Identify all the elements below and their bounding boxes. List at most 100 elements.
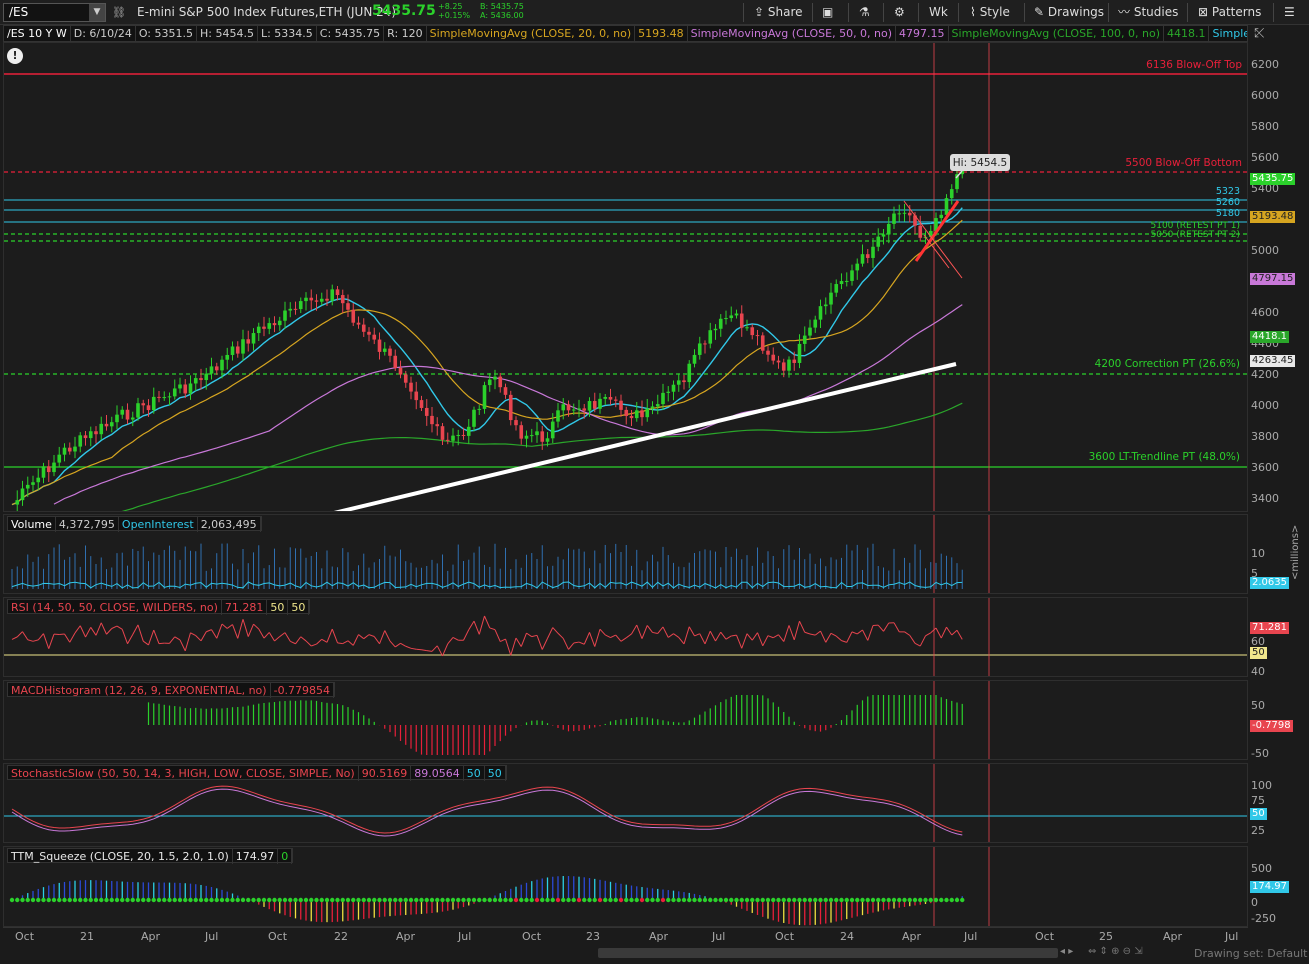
ttm-squeeze-dot [629, 897, 634, 903]
ttm-squeeze-dot [114, 897, 120, 903]
ttm-squeeze-dot [676, 897, 681, 903]
candle-body [409, 382, 413, 392]
ttm-squeeze-dot [902, 897, 907, 903]
candle-body [892, 213, 896, 224]
candle-body [739, 313, 744, 328]
chart-label[interactable]: /ES 10 Y W [4, 26, 71, 41]
price-tick: 5000 [1251, 244, 1279, 257]
stochastic-scale[interactable]: 100 75 25 50 [1248, 763, 1304, 843]
candle-body [36, 477, 41, 483]
candle-body [130, 417, 135, 420]
candle-body [556, 410, 560, 422]
sma-50-line[interactable] [53, 304, 963, 505]
flask-button[interactable]: ⚗ [859, 3, 870, 22]
ttm-squeeze-dot [125, 897, 130, 903]
rsi-study-label[interactable]: RSI (14, 50, 50, CLOSE, WILDERS, no) 71.2… [7, 599, 311, 615]
ttm-scale[interactable]: 500 0 -250 174.97 [1248, 846, 1304, 927]
rsi-value-tag: 71.281 [1250, 622, 1289, 634]
candle-body [293, 308, 298, 310]
studies-button[interactable]: 〰 Studies [1118, 3, 1178, 22]
ttm-squeeze-pane[interactable]: TTM_Squeeze (CLOSE, 20, 1.5, 2.0, 1.0) 17… [3, 846, 1248, 927]
ttm-squeeze-dot [613, 897, 618, 903]
symbol-dropdown-icon[interactable]: ▼ [89, 4, 105, 21]
studies-icon: 〰 [1118, 5, 1131, 19]
scroll-arrows-icon[interactable]: ◂ ▸ [1060, 946, 1073, 957]
sma20-label[interactable]: SimpleMovingAvg (CLOSE, 20, 0, no) [427, 26, 636, 41]
ttm-squeeze-dot [471, 897, 477, 903]
alert-icon[interactable]: ! [7, 48, 23, 64]
candle-body [204, 373, 209, 381]
bar-date: D: 6/10/24 [71, 26, 136, 41]
candle-body [640, 410, 644, 418]
ttm-squeeze-dot [267, 897, 272, 903]
snapshot-button[interactable]: ▣ [822, 3, 833, 22]
sma20-value: 5193.48 [635, 26, 688, 41]
link-icon[interactable]: ⛓ [112, 4, 126, 21]
candle-body [309, 297, 314, 301]
toolbar-separator [812, 3, 813, 22]
rsi-segment [830, 632, 837, 637]
rsi-segment [452, 636, 459, 641]
ttm-squeeze-dot [309, 897, 314, 903]
share-button[interactable]: ⇪ Share [754, 3, 803, 22]
candle-body [524, 435, 529, 439]
rsi-segment [809, 633, 816, 636]
candle-body [424, 407, 429, 416]
long-term-trendline[interactable] [333, 362, 957, 512]
sma100-label[interactable]: SimpleMovingAvg (CLOSE, 100, 0, no) [949, 26, 1164, 41]
sma-more-label[interactable]: SimpleMovingAvg ... [1209, 26, 1247, 41]
drawing-set-label[interactable]: Drawing set: Default [1194, 947, 1307, 960]
drawing-line[interactable] [923, 234, 950, 269]
rsi-segment [704, 630, 711, 645]
rsi-pane[interactable]: RSI (14, 50, 50, CLOSE, WILDERS, no) 71.2… [3, 597, 1248, 677]
candle-body [325, 298, 329, 301]
collapse-icon[interactable]: ⤪ [1254, 26, 1264, 41]
ttm-squeeze-dot [765, 897, 771, 903]
patterns-button[interactable]: ⊠ Patterns [1198, 3, 1261, 22]
candle-body [94, 431, 98, 435]
volume-study-label[interactable]: Volume 4,372,795 OpenInterest 2,063,495 [7, 516, 262, 532]
macd-scale[interactable]: 50 -50 -0.7798 [1248, 680, 1304, 760]
candle-body [629, 415, 634, 419]
macd-study-label[interactable]: MACDHistogram (12, 26, 9, EXPONENTIAL, n… [7, 682, 336, 698]
style-button[interactable]: ⌇ Style [970, 3, 1010, 22]
macd-pane[interactable]: MACDHistogram (12, 26, 9, EXPONENTIAL, n… [3, 680, 1248, 760]
rsi-segment [295, 636, 302, 645]
drawings-button[interactable]: ✎ Drawings [1034, 3, 1104, 22]
settings-button[interactable]: ⚙ [894, 3, 905, 22]
rsi-segment [841, 640, 847, 643]
sma-20-line[interactable] [11, 219, 963, 506]
time-axis[interactable]: Oct 21 Apr Jul Oct 22 Apr Jul Oct 23 Apr Jul Oct 24 Ap… [3, 927, 1248, 944]
stochastic-tick: 75 [1251, 794, 1265, 807]
sma-9-line[interactable] [11, 207, 963, 506]
ttm-squeeze-dot [30, 897, 36, 903]
ttm-squeeze-dot [603, 897, 608, 903]
rsi-segment [137, 624, 144, 642]
ttm-squeeze-dot [261, 897, 267, 903]
price-scale[interactable]: 6200600058005600540052005000480046004400… [1248, 42, 1304, 512]
candle-body [687, 363, 692, 383]
sma50-label[interactable]: SimpleMovingAvg (CLOSE, 50, 0, no) [688, 26, 897, 41]
price-pane[interactable]: 6136 Blow-Off Top 5500 Blow-Off Bottom 5… [3, 42, 1248, 512]
rsi-segment [636, 624, 643, 639]
drawings-label: Drawings [1047, 5, 1105, 19]
volume-pane[interactable]: Volume 4,372,795 OpenInterest 2,063,495 [3, 514, 1248, 594]
drawing-line[interactable] [903, 200, 963, 279]
aggregation-button[interactable]: Wk [929, 3, 948, 22]
ttm-squeeze-dot [351, 897, 356, 903]
volume-scale[interactable]: 10 5 2.0635 <millions> [1248, 514, 1304, 594]
candle-body [713, 328, 718, 331]
patterns-label: Patterns [1211, 5, 1262, 19]
ttm-squeeze-dot [461, 897, 466, 903]
ttm-squeeze-dot [188, 897, 193, 903]
ttm-study-label[interactable]: TTM_Squeeze (CLOSE, 20, 1.5, 2.0, 1.0) 17… [7, 848, 294, 864]
stochastic-study-label[interactable]: StochasticSlow (50, 50, 14, 3, HIGH, LOW… [7, 765, 507, 781]
zoom-controls-icon[interactable]: ⇔ ⇕ ⊕ ⊖ ⇲ [1088, 946, 1143, 957]
candle-body [430, 415, 434, 425]
menu-button[interactable]: ☰ [1284, 3, 1295, 22]
stochastic-pane[interactable]: StochasticSlow (50, 50, 14, 3, HIGH, LOW… [3, 763, 1248, 843]
candle-body [46, 466, 51, 473]
rsi-scale[interactable]: 60 40 71.281 50 [1248, 597, 1304, 677]
horizontal-scrollbar[interactable] [598, 948, 1058, 958]
price-tick: 3400 [1251, 492, 1279, 505]
